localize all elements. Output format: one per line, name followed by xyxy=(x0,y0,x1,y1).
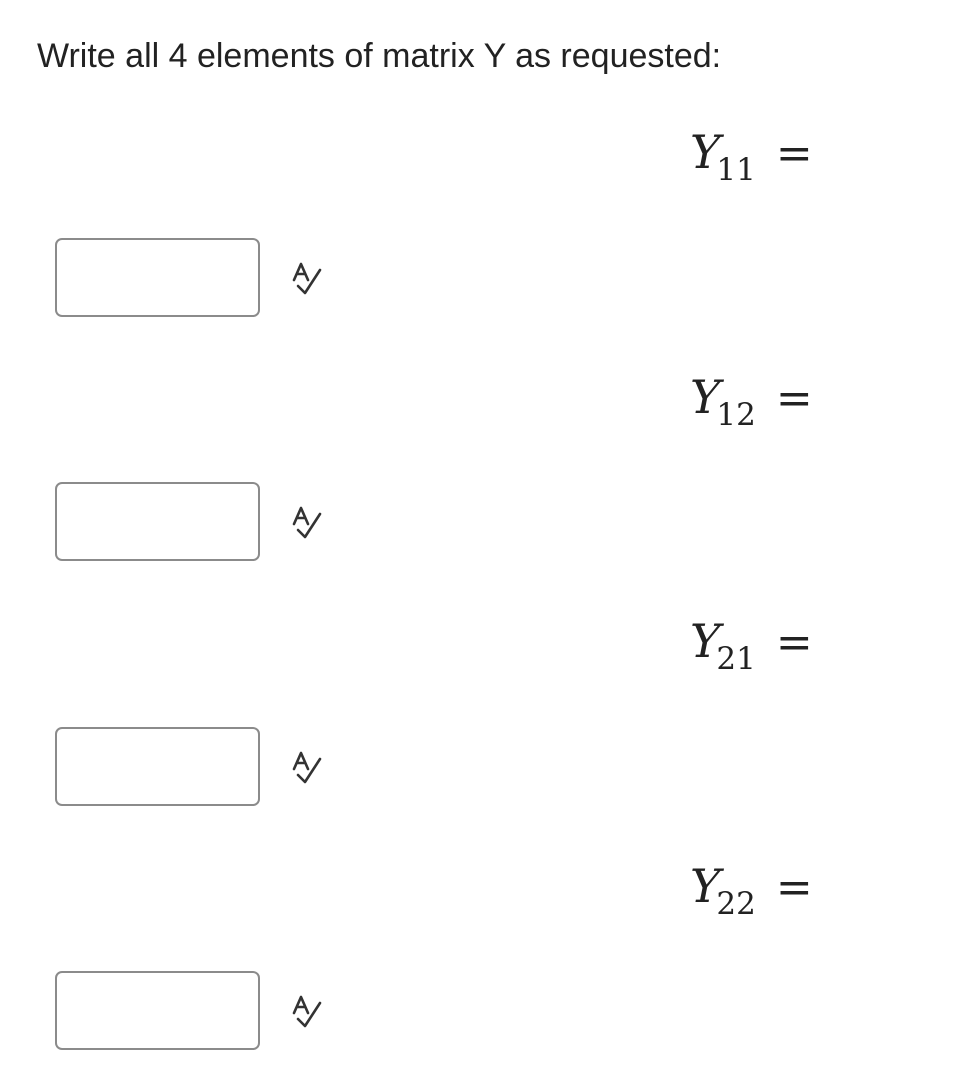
equation-label-y21: Y21 = xyxy=(690,611,813,677)
spell-check-icon[interactable] xyxy=(290,991,330,1031)
question-prompt: Write all 4 elements of matrix Y as requ… xyxy=(37,37,722,75)
equation-label-y22: Y22 = xyxy=(690,856,813,922)
spell-check-icon[interactable] xyxy=(290,502,330,542)
matrix-subscript: 22 xyxy=(716,886,756,922)
matrix-subscript: 12 xyxy=(716,397,756,433)
answer-input-y11[interactable] xyxy=(55,238,260,317)
matrix-subscript: 11 xyxy=(716,152,756,188)
answer-input-y12[interactable] xyxy=(55,482,260,561)
spell-check-icon[interactable] xyxy=(290,747,330,787)
answer-input-y22[interactable] xyxy=(55,971,260,1050)
equals-sign: = xyxy=(775,617,813,668)
equals-sign: = xyxy=(775,128,813,179)
answer-input-y21[interactable] xyxy=(55,727,260,806)
equals-sign: = xyxy=(775,862,813,913)
equation-label-y12: Y12 = xyxy=(690,367,813,433)
equation-label-y11: Y11 = xyxy=(690,122,813,188)
equals-sign: = xyxy=(775,373,813,424)
spell-check-icon[interactable] xyxy=(290,258,330,298)
matrix-subscript: 21 xyxy=(716,641,756,677)
